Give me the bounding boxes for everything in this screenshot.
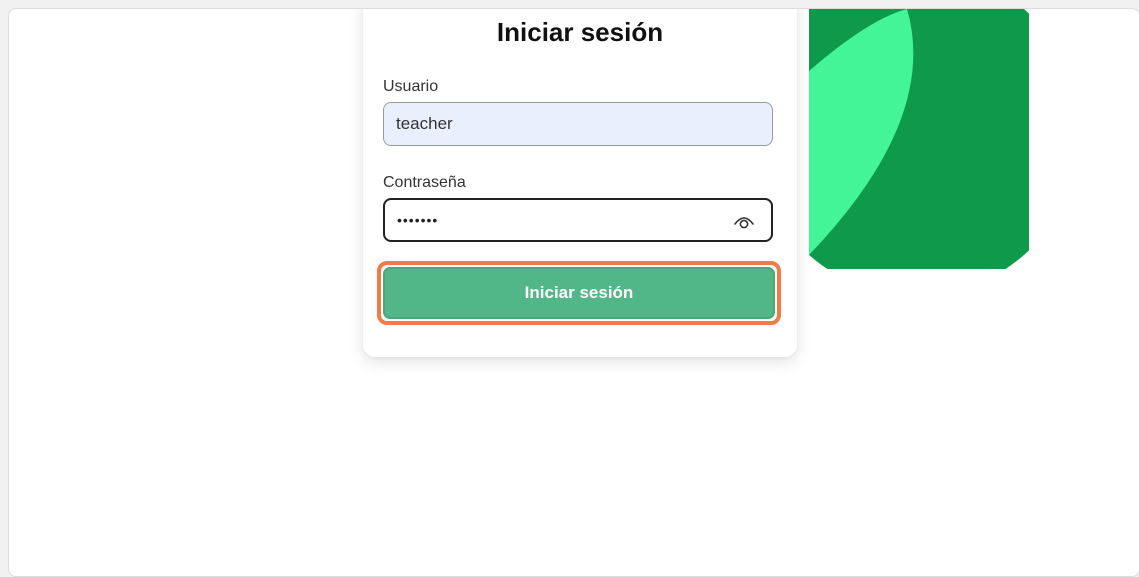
login-title: Iniciar sesión xyxy=(496,17,664,47)
eye-icon[interactable] xyxy=(733,212,755,230)
login-card: Iniciar sesión Usuario Contraseña Inicia… xyxy=(363,9,797,357)
username-field[interactable] xyxy=(383,102,773,146)
password-input[interactable] xyxy=(397,200,727,240)
username-input[interactable] xyxy=(396,103,726,145)
username-label: Usuario xyxy=(383,78,439,95)
password-label: Contraseña xyxy=(383,174,466,191)
password-field[interactable] xyxy=(383,198,773,242)
page-viewport: Iniciar sesión Usuario Contraseña Inicia… xyxy=(8,8,1139,577)
decorative-leaf-shape xyxy=(809,9,1029,269)
decor-dark-green-circle xyxy=(809,9,1029,269)
login-submit-button[interactable]: Iniciar sesión xyxy=(383,267,775,319)
decor-light-green-leaf xyxy=(809,9,914,255)
